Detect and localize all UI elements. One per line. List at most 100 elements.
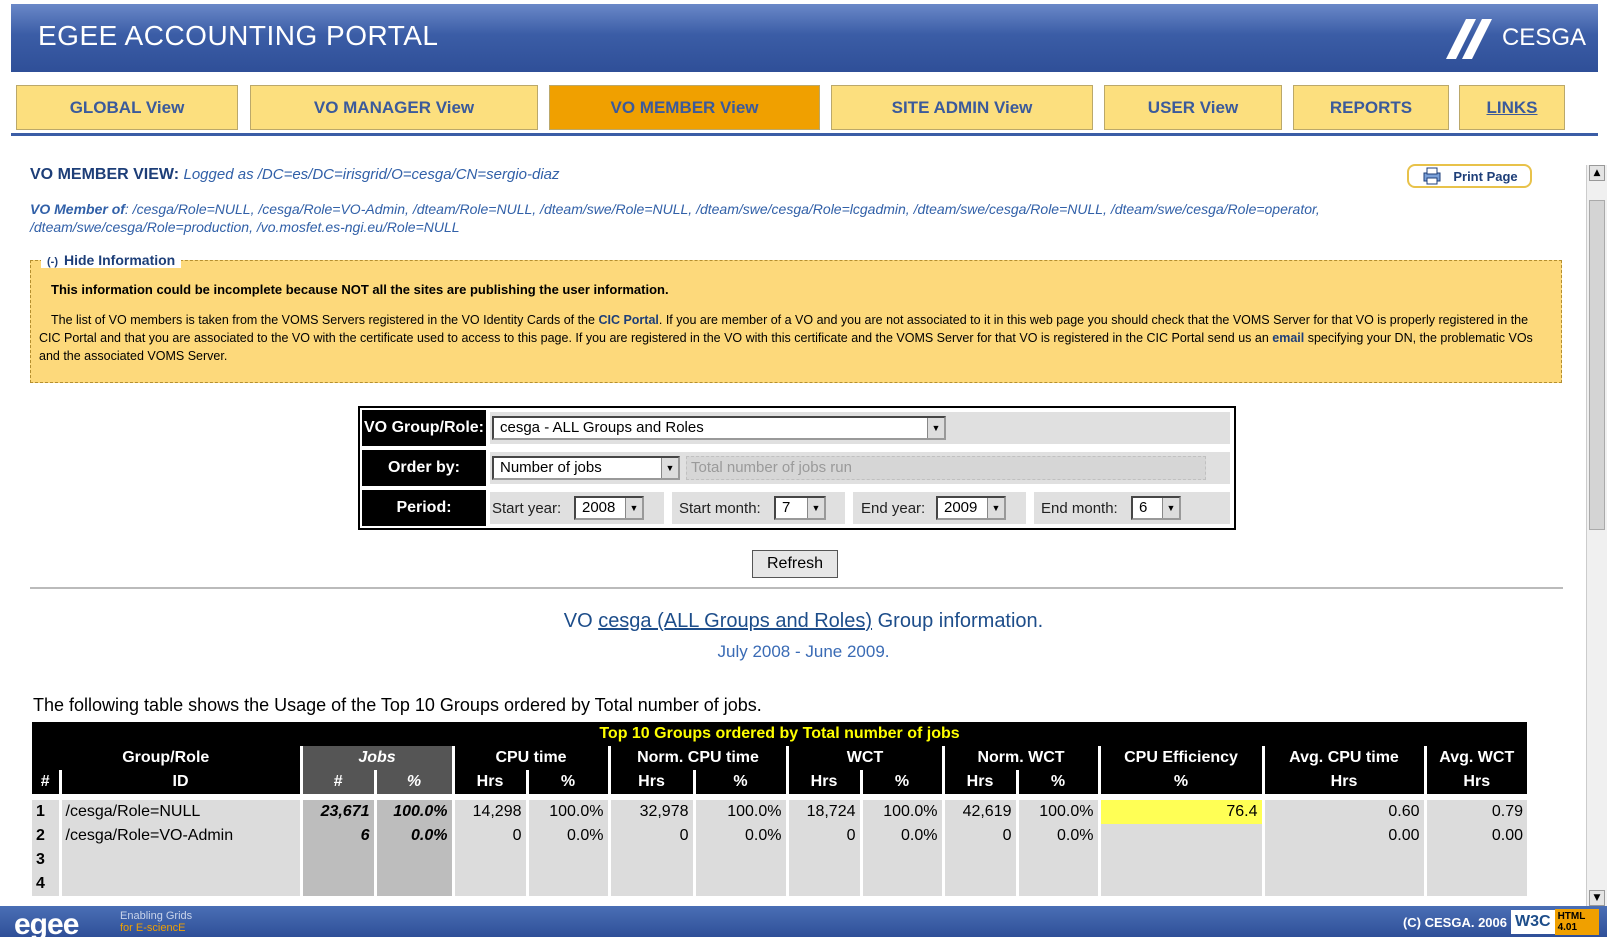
vo-group-row: VO Group/Role: cesga - ALL Groups and Ro… (362, 410, 1232, 446)
row-index: 2 (32, 824, 60, 848)
table-cell (1423, 872, 1527, 896)
printer-icon (1423, 167, 1441, 185)
start-year-select[interactable]: 2008 ▼ (574, 496, 644, 520)
col-norm-wct[interactable]: Norm. WCT (941, 746, 1099, 770)
table-cell (692, 872, 787, 896)
table-header-row: Group/Role Jobs CPU time Norm. CPU time … (32, 746, 1527, 770)
col-cpu-efficiency[interactable]: CPU Efficiency (1097, 746, 1263, 770)
scrollbar-thumb[interactable] (1589, 200, 1605, 530)
w3c-html-badge[interactable]: W3C HTML 4.01 (1511, 909, 1599, 935)
tab-site-admin-view[interactable]: SITE ADMIN View (831, 85, 1093, 130)
hide-information-toggle[interactable]: (-) Hide Information (41, 252, 182, 268)
period-label: Period: (362, 490, 486, 526)
col-norm-cpu-time[interactable]: Norm. CPU time (607, 746, 787, 770)
tab-user-view[interactable]: USER View (1104, 85, 1282, 130)
end-month-label: End month: (1041, 500, 1118, 517)
subcol-cpu-pct: % (525, 770, 609, 794)
group-role-id[interactable]: /cesga/Role=VO-Admin (58, 824, 301, 848)
cpu-efficiency: 76.4 (1097, 800, 1263, 824)
group-role-id[interactable]: /cesga/Role=NULL (58, 800, 301, 824)
scroll-up-arrow-icon[interactable]: ▲ (1589, 165, 1605, 181)
view-title: VO MEMBER VIEW: (30, 166, 180, 183)
group-info-suffix: Group information. (872, 610, 1044, 632)
subcol-avg-wct-hrs: Hrs (1423, 770, 1527, 794)
col-wct[interactable]: WCT (785, 746, 943, 770)
vo-group-link[interactable]: cesga (ALL Groups and Roles) (598, 610, 872, 632)
tab-vo-member-view[interactable]: VO MEMBER View (549, 85, 820, 130)
dropdown-arrow-icon: ▼ (927, 418, 944, 438)
tab-vo-manager-view[interactable]: VO MANAGER View (250, 85, 538, 130)
subcol-norm-cpu-pct: % (692, 770, 787, 794)
view-heading: VO MEMBER VIEW: Logged as /DC=es/DC=iris… (30, 166, 560, 184)
order-by-select[interactable]: Number of jobs ▼ (492, 456, 680, 480)
page-header: EGEE ACCOUNTING PORTAL CESGA (11, 4, 1598, 72)
dropdown-arrow-icon: ▼ (987, 498, 1004, 518)
subcol-jobs-pct: % (373, 770, 453, 794)
period-separator (1026, 492, 1034, 524)
order-by-label: Order by: (362, 450, 486, 486)
col-avg-cpu-time[interactable]: Avg. CPU time (1261, 746, 1425, 770)
col-avg-wct[interactable]: Avg. WCT (1423, 746, 1527, 770)
table-cell: 0 (607, 824, 694, 848)
table-cell (1015, 848, 1099, 872)
table-cell (607, 848, 694, 872)
dropdown-arrow-icon: ▼ (625, 498, 642, 518)
order-by-row: Order by: Number of jobs ▼ Total number … (362, 450, 1232, 486)
cpu-efficiency (1097, 848, 1263, 872)
table-cell (1015, 872, 1099, 896)
subcol-jobs-count: # (299, 770, 375, 794)
subcol-avg-cpu-hrs: Hrs (1261, 770, 1425, 794)
vertical-scrollbar[interactable]: ▲ ▼ (1586, 165, 1607, 906)
table-cell: 0.0% (692, 824, 787, 848)
table-cell (785, 848, 861, 872)
jobs-count (299, 848, 375, 872)
scroll-down-arrow-icon[interactable]: ▼ (1589, 890, 1605, 906)
table-cell: 14,298 (451, 800, 527, 824)
end-year-select[interactable]: 2009 ▼ (936, 496, 1006, 520)
jobs-percent: 100.0% (373, 800, 453, 824)
subcol-efficiency-pct: % (1097, 770, 1263, 794)
group-info-prefix: VO (563, 610, 599, 632)
period-separator (664, 492, 672, 524)
incomplete-warning: This information could be incomplete bec… (51, 282, 669, 297)
table-cell: 100.0% (859, 800, 943, 824)
col-jobs[interactable]: Jobs (299, 746, 453, 770)
table-cell (1261, 848, 1425, 872)
start-month-select[interactable]: 7 ▼ (774, 496, 826, 520)
col-cpu-time[interactable]: CPU time (451, 746, 609, 770)
dropdown-arrow-icon: ▼ (1162, 498, 1179, 518)
subcol-index: # (32, 770, 60, 794)
refresh-button[interactable]: Refresh (752, 550, 838, 578)
row-index: 4 (32, 872, 60, 896)
jobs-count (299, 872, 375, 896)
col-group-role[interactable]: Group/Role (32, 746, 301, 770)
filter-form: VO Group/Role: cesga - ALL Groups and Ro… (358, 406, 1236, 530)
tab-reports[interactable]: REPORTS (1293, 85, 1449, 130)
table-cell (1423, 848, 1527, 872)
cesga-logo[interactable]: CESGA (1438, 14, 1586, 62)
jobs-count: 6 (299, 824, 375, 848)
row-index: 1 (32, 800, 60, 824)
cpu-efficiency (1097, 824, 1263, 848)
table-cell (451, 872, 527, 896)
start-year-value: 2008 (582, 499, 616, 516)
vo-group-select[interactable]: cesga - ALL Groups and Roles ▼ (492, 416, 946, 440)
row-index: 3 (32, 848, 60, 872)
end-month-value: 6 (1139, 499, 1148, 516)
info-panel: (-) Hide Information This information cou… (30, 252, 1562, 383)
portal-title: EGEE ACCOUNTING PORTAL (38, 20, 439, 51)
end-month-select[interactable]: 6 ▼ (1131, 496, 1181, 520)
egee-slogan: Enabling Grids for E-sciencE (120, 910, 192, 934)
group-role-id[interactable] (58, 848, 301, 872)
cic-portal-link[interactable]: CIC Portal (598, 313, 658, 327)
table-cell (1261, 872, 1425, 896)
cesga-logo-icon (1445, 19, 1492, 59)
print-page-button[interactable]: Print Page (1407, 164, 1532, 188)
tab-links[interactable]: LINKS (1459, 85, 1565, 130)
table-cell: 0.0% (525, 824, 609, 848)
info-text-1: The list of VO members is taken from the… (51, 313, 599, 327)
tab-global-view[interactable]: GLOBAL View (16, 85, 238, 130)
email-link[interactable]: email (1272, 331, 1304, 345)
group-role-id[interactable] (58, 872, 301, 896)
print-page-label: Print Page (1453, 168, 1518, 184)
